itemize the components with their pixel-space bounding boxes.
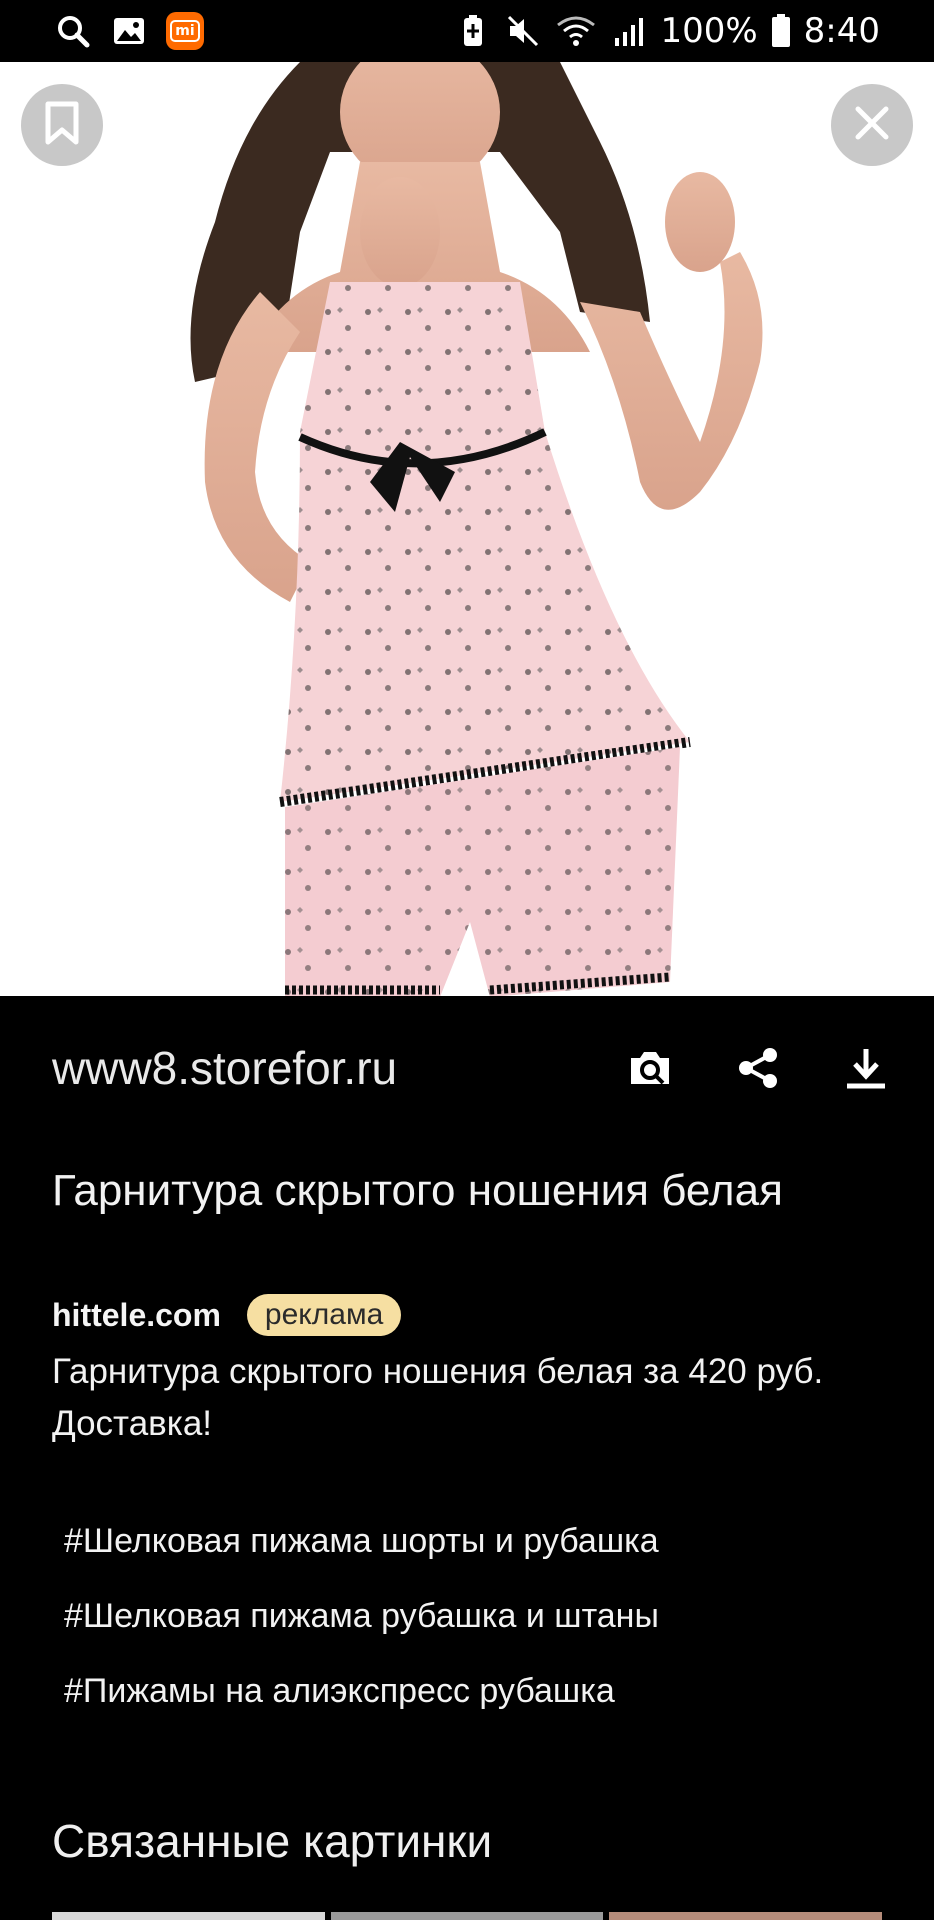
tags-list: #Шелковая пижама шорты и рубашка #Шелков… xyxy=(64,1516,659,1741)
signal-icon xyxy=(610,12,648,50)
status-bar: mi 100% 8:40 xyxy=(0,0,934,62)
pajama-photo xyxy=(190,62,763,996)
image-info-panel: www8.storefor.ru Гарнитура скрытого ноше… xyxy=(0,996,934,1920)
battery-icon xyxy=(770,12,792,50)
ad-source-row: hittele.com реклама xyxy=(52,1294,402,1336)
search-icon xyxy=(54,12,92,50)
image-preview[interactable] xyxy=(0,62,934,996)
gallery-icon xyxy=(110,12,148,50)
action-icons xyxy=(622,1040,894,1096)
tag-link[interactable]: #Шелковая пижама шорты и рубашка xyxy=(64,1516,659,1591)
ad-domain[interactable]: hittele.com xyxy=(52,1297,221,1334)
download-icon[interactable] xyxy=(838,1040,894,1096)
related-thumbnails xyxy=(52,1912,883,1920)
share-icon[interactable] xyxy=(730,1040,786,1096)
related-images-title: Связанные картинки xyxy=(52,1815,493,1867)
search-by-image-icon[interactable] xyxy=(622,1040,678,1096)
mute-icon xyxy=(504,12,542,50)
status-bar-right: 100% 8:40 xyxy=(454,11,880,51)
battery-percent: 100% xyxy=(660,11,758,51)
tag-link[interactable]: #Шелковая пижама рубашка и штаны xyxy=(64,1591,659,1666)
clock: 8:40 xyxy=(803,11,880,51)
ad-badge: реклама xyxy=(246,1294,402,1336)
bookmark-icon xyxy=(42,100,82,150)
tag-link[interactable]: #Пижамы на алиэкспресс рубашка xyxy=(64,1666,659,1741)
mi-app-icon: mi xyxy=(166,12,204,50)
source-url[interactable]: www8.storefor.ru xyxy=(52,1041,397,1095)
wifi-icon xyxy=(554,12,598,50)
bookmark-button[interactable] xyxy=(21,84,103,166)
source-row: www8.storefor.ru xyxy=(52,1036,894,1100)
ad-title[interactable]: Гарнитура скрытого ношения белая xyxy=(52,1160,882,1222)
related-thumbnail[interactable] xyxy=(330,1912,604,1920)
close-icon xyxy=(852,103,892,147)
battery-saver-icon xyxy=(454,12,492,50)
status-bar-left: mi xyxy=(54,12,204,50)
ad-description[interactable]: Гарнитура скрытого ношения белая за 420 … xyxy=(52,1346,882,1450)
close-button[interactable] xyxy=(831,84,913,166)
related-thumbnail[interactable] xyxy=(609,1912,883,1920)
related-thumbnail[interactable] xyxy=(52,1912,325,1920)
